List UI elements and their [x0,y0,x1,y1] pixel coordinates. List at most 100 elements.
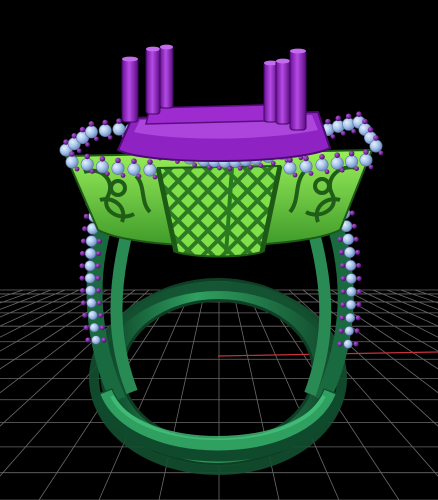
halo-stone [127,162,141,176]
prong-tip [122,56,138,62]
bead [378,150,384,156]
bead [338,328,344,334]
prong [289,49,307,131]
bead [373,135,379,141]
bead [83,325,89,331]
halo-stone [112,122,126,136]
pave-stone [342,233,355,246]
bead [95,250,102,257]
halo-stone [84,125,98,139]
bead [85,337,91,343]
prong-tip [276,58,290,64]
bead [363,149,369,155]
pave-stone [345,299,357,310]
bead [237,165,243,171]
bead [351,128,357,134]
bead [368,164,374,170]
bead [79,250,86,257]
halo-stone [65,155,79,169]
halo-stone [98,123,112,137]
bead [340,302,346,308]
halo-stone [330,156,344,170]
bead [82,312,88,318]
pave-stone [89,322,100,333]
bead [120,173,126,178]
bead [84,153,90,160]
pave-stone [345,312,356,323]
bead [354,166,359,172]
bead [80,238,87,244]
bead [340,275,346,282]
bead [356,262,362,269]
halo-stone [315,158,329,172]
bead [308,171,314,176]
bead [292,172,298,178]
prong [275,59,291,125]
bead [136,173,142,179]
pave-stone [84,260,96,272]
bead [107,135,113,140]
bead [79,126,86,133]
prong-tip [290,48,306,54]
bead [85,142,90,147]
bead [356,302,362,308]
bead [102,119,108,126]
pave-stone [91,335,101,345]
halo-stone [283,161,297,175]
prong [145,47,161,115]
bead [356,111,362,118]
pave-stone [87,310,98,321]
bead [98,312,104,318]
pave-stone [84,247,97,260]
bead [339,249,345,255]
bead [101,337,107,343]
halo-stone [143,163,157,177]
bead [83,213,89,219]
bead [95,263,101,269]
bead [258,163,264,168]
bead [95,287,102,294]
bead [79,263,85,269]
bead [356,289,362,295]
bead [74,166,80,172]
bead [96,300,103,306]
pave-stone [344,326,354,336]
pave-stone [85,285,96,296]
bead [76,148,82,154]
bead [79,287,86,294]
prong [121,57,139,123]
bead [99,325,105,331]
bead [335,115,342,122]
bead [348,150,355,157]
bead [356,275,362,282]
bead [340,262,346,269]
halo-stone [369,139,383,153]
pave-stone [345,273,357,284]
bead [353,341,359,347]
bead [334,152,341,158]
bead [355,315,361,321]
bead [131,158,137,164]
halo-stone [345,155,359,169]
bead [270,160,276,166]
pave-stone [345,259,357,272]
bead [152,174,158,180]
prong [159,45,174,109]
halo-stone [299,159,313,173]
bead [248,164,253,170]
bead [95,275,101,281]
bead [116,118,122,124]
ring-render-viewport [0,0,438,500]
bead [337,341,343,347]
bead [330,134,336,139]
bead [325,118,331,125]
bead [354,328,360,334]
pave-stone [84,272,96,284]
bead [93,136,99,142]
bead [351,223,357,229]
bead [82,226,88,232]
halo-stone [95,160,109,174]
bead [339,167,345,173]
bead [339,315,345,321]
bead [69,151,75,157]
